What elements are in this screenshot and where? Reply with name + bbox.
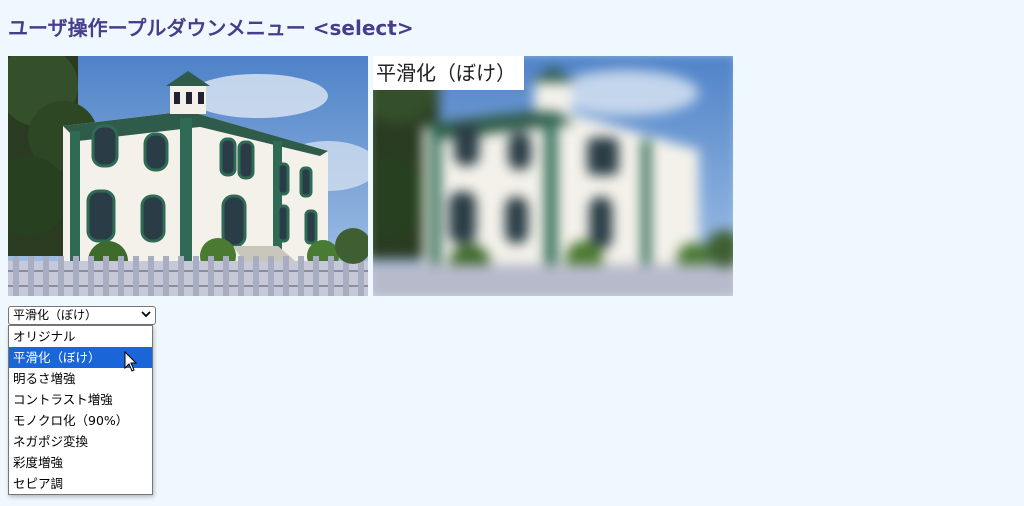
option-original[interactable]: オリジナル (9, 326, 152, 347)
original-photo (8, 56, 368, 296)
option-monochrome[interactable]: モノクロ化（90%） (9, 410, 152, 431)
effect-select[interactable]: 平滑化（ぼけ） (8, 306, 156, 325)
select-current-value: 平滑化（ぼけ） (13, 308, 98, 322)
effect-label: 平滑化（ぼけ） (373, 56, 524, 90)
chevron-down-icon (141, 307, 151, 324)
mouse-pointer-icon (124, 350, 138, 377)
option-sepia[interactable]: セピア調 (9, 473, 152, 494)
house-photo-blurred (373, 56, 733, 296)
option-saturation[interactable]: 彩度増強 (9, 452, 152, 473)
page-title: ユーザ操作ープルダウンメニュー <select> (8, 16, 414, 40)
option-negative[interactable]: ネガポジ変換 (9, 431, 152, 452)
option-contrast[interactable]: コントラスト増強 (9, 389, 152, 410)
house-photo-original (8, 56, 368, 296)
blurred-photo: 平滑化（ぼけ） (373, 56, 733, 296)
